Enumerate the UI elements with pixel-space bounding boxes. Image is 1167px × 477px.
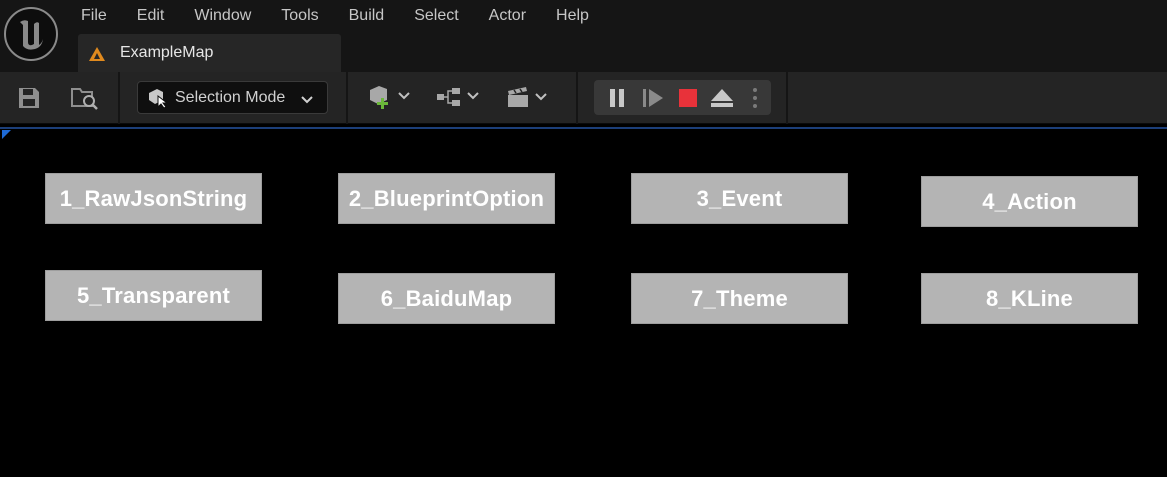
menu-bar: File Edit Window Tools Build Select Acto… bbox=[66, 0, 604, 32]
level-map-icon bbox=[88, 46, 106, 67]
viewport-border bbox=[0, 127, 1167, 129]
content-browser-icon[interactable] bbox=[70, 84, 100, 117]
button-event[interactable]: 3_Event bbox=[631, 173, 848, 224]
cinematics-icon[interactable] bbox=[506, 84, 552, 117]
step-icon[interactable] bbox=[642, 88, 664, 113]
toolbar-separator bbox=[346, 72, 348, 124]
add-actor-icon[interactable] bbox=[367, 84, 413, 117]
menu-file[interactable]: File bbox=[66, 0, 122, 32]
menu-select[interactable]: Select bbox=[399, 0, 473, 32]
button-action[interactable]: 4_Action bbox=[921, 176, 1138, 227]
eject-icon[interactable] bbox=[710, 88, 734, 113]
tab-examplemap[interactable]: ExampleMap bbox=[78, 34, 341, 72]
button-theme[interactable]: 7_Theme bbox=[631, 273, 848, 324]
menu-actor[interactable]: Actor bbox=[474, 0, 541, 32]
chevron-down-icon bbox=[300, 92, 314, 110]
toolbar-separator bbox=[786, 72, 788, 124]
button-baidu-map[interactable]: 6_BaiduMap bbox=[338, 273, 555, 324]
unreal-logo-icon[interactable] bbox=[4, 7, 58, 61]
menu-build[interactable]: Build bbox=[334, 0, 400, 32]
button-blueprint-option[interactable]: 2_BlueprintOption bbox=[338, 173, 555, 224]
main-toolbar: Selection Mode bbox=[0, 72, 1167, 124]
menu-edit[interactable]: Edit bbox=[122, 0, 180, 32]
pause-icon[interactable] bbox=[608, 88, 626, 113]
stop-icon[interactable] bbox=[678, 88, 698, 113]
play-controls bbox=[594, 80, 771, 115]
menu-help[interactable]: Help bbox=[541, 0, 604, 32]
viewport-corner-marker bbox=[2, 130, 11, 139]
selection-mode-icon bbox=[147, 88, 169, 113]
toolbar-separator bbox=[576, 72, 578, 124]
more-options-icon[interactable] bbox=[752, 87, 758, 114]
tab-title: ExampleMap bbox=[120, 44, 214, 61]
toolbar-separator bbox=[118, 72, 120, 124]
blueprint-icon[interactable] bbox=[436, 86, 482, 115]
save-icon[interactable] bbox=[17, 86, 41, 115]
button-kline[interactable]: 8_KLine bbox=[921, 273, 1138, 324]
title-bar: File Edit Window Tools Build Select Acto… bbox=[0, 0, 1167, 72]
selection-mode-dropdown[interactable]: Selection Mode bbox=[137, 81, 328, 114]
button-raw-json-string[interactable]: 1_RawJsonString bbox=[45, 173, 262, 224]
button-transparent[interactable]: 5_Transparent bbox=[45, 270, 262, 321]
selection-mode-label: Selection Mode bbox=[175, 89, 286, 106]
menu-window[interactable]: Window bbox=[179, 0, 266, 32]
menu-tools[interactable]: Tools bbox=[266, 0, 333, 32]
